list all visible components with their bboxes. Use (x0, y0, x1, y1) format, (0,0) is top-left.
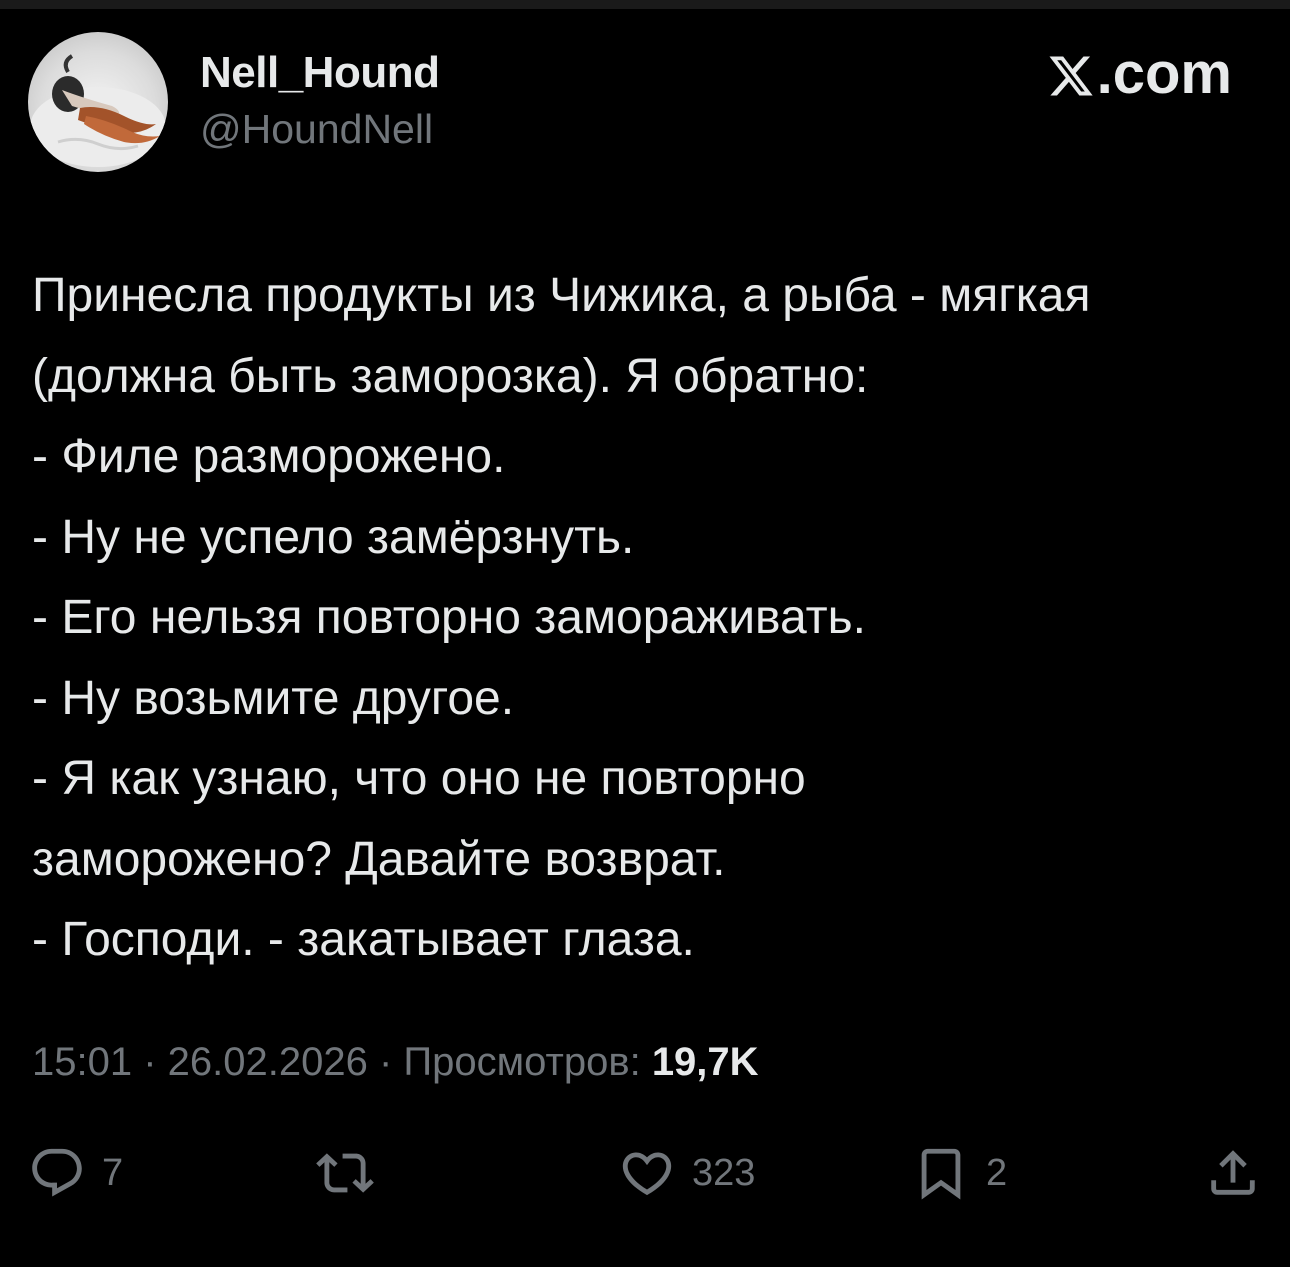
like-button[interactable]: 323 (618, 1138, 755, 1208)
avatar-image (30, 54, 166, 167)
tweet-line: Принесла продукты из Чижика, а рыба - мя… (32, 269, 1091, 322)
tweet-line: (должна быть заморозка). Я обратно: (32, 349, 869, 403)
tweet-line: - Ну возьмите другое. (32, 671, 515, 725)
tweet-line: - Я как узнаю, что оно не повторно (32, 752, 806, 805)
like-count: 323 (692, 1151, 756, 1194)
tweet-line: - Господи. - закатывает глаза. (32, 913, 695, 966)
tweet-meta: 15:01 · 26.02.2026 · Просмотров: 19,7K (32, 1040, 759, 1085)
heart-icon (622, 1152, 672, 1196)
tweet-line: - Его нельзя повторно замораживать. (32, 591, 866, 644)
meta-separator: · (367, 1040, 404, 1084)
repost-button[interactable] (316, 1138, 374, 1208)
tweet-text: Принесла продукты из Чижика, а рыба - мя… (32, 256, 1262, 981)
author-display-name[interactable]: Nell_Hound (200, 48, 440, 98)
share-icon (1211, 1150, 1255, 1195)
action-bar: 7 323 2 (0, 1138, 1290, 1208)
reply-button[interactable]: 7 (28, 1138, 123, 1208)
avatar[interactable] (28, 32, 168, 172)
reply-icon (32, 1148, 82, 1197)
bookmark-icon (921, 1148, 961, 1200)
views-label: Просмотров: (403, 1040, 652, 1084)
x-logo-icon (1049, 56, 1093, 95)
bookmark-button[interactable]: 2 (912, 1138, 1007, 1208)
reply-count: 7 (102, 1151, 124, 1194)
tweet-line: - Филе разморожено. (32, 430, 506, 483)
tweet-date[interactable]: 26.02.2026 (168, 1040, 368, 1084)
bookmark-count: 2 (986, 1151, 1008, 1194)
share-button[interactable] (1204, 1138, 1262, 1208)
views-count: 19,7K (651, 1040, 759, 1084)
tweet-line: - Ну не успело замёрзнуть. (32, 510, 635, 564)
brand-watermark: .com (1047, 40, 1232, 107)
tweet-line: заморожено? Давайте возврат. (32, 832, 726, 886)
repost-icon (316, 1153, 374, 1193)
top-strip (0, 0, 1290, 9)
brand-domain: .com (1096, 41, 1232, 106)
meta-separator: · (132, 1040, 168, 1084)
tweet-time[interactable]: 15:01 (32, 1040, 132, 1084)
author-handle[interactable]: @HoundNell (200, 106, 433, 153)
